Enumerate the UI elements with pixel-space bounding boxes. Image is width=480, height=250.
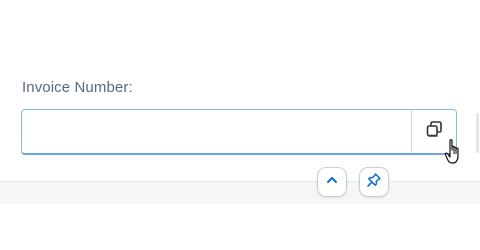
value-help-button[interactable] bbox=[411, 110, 456, 153]
pin-header-button[interactable] bbox=[359, 167, 389, 197]
pin-icon bbox=[366, 172, 382, 193]
invoice-number-label: Invoice Number: bbox=[22, 79, 133, 96]
chevron-up-icon bbox=[325, 173, 339, 192]
invoice-number-input[interactable] bbox=[22, 110, 412, 153]
collapse-header-button[interactable] bbox=[317, 167, 347, 197]
invoice-number-field[interactable] bbox=[21, 109, 457, 155]
header-content: Invoice Number: bbox=[0, 0, 480, 180]
adjacent-field-edge bbox=[476, 113, 479, 153]
header-divider bbox=[0, 181, 480, 204]
object-page-header: Invoice Number: bbox=[0, 0, 480, 250]
copy-icon bbox=[424, 119, 444, 144]
